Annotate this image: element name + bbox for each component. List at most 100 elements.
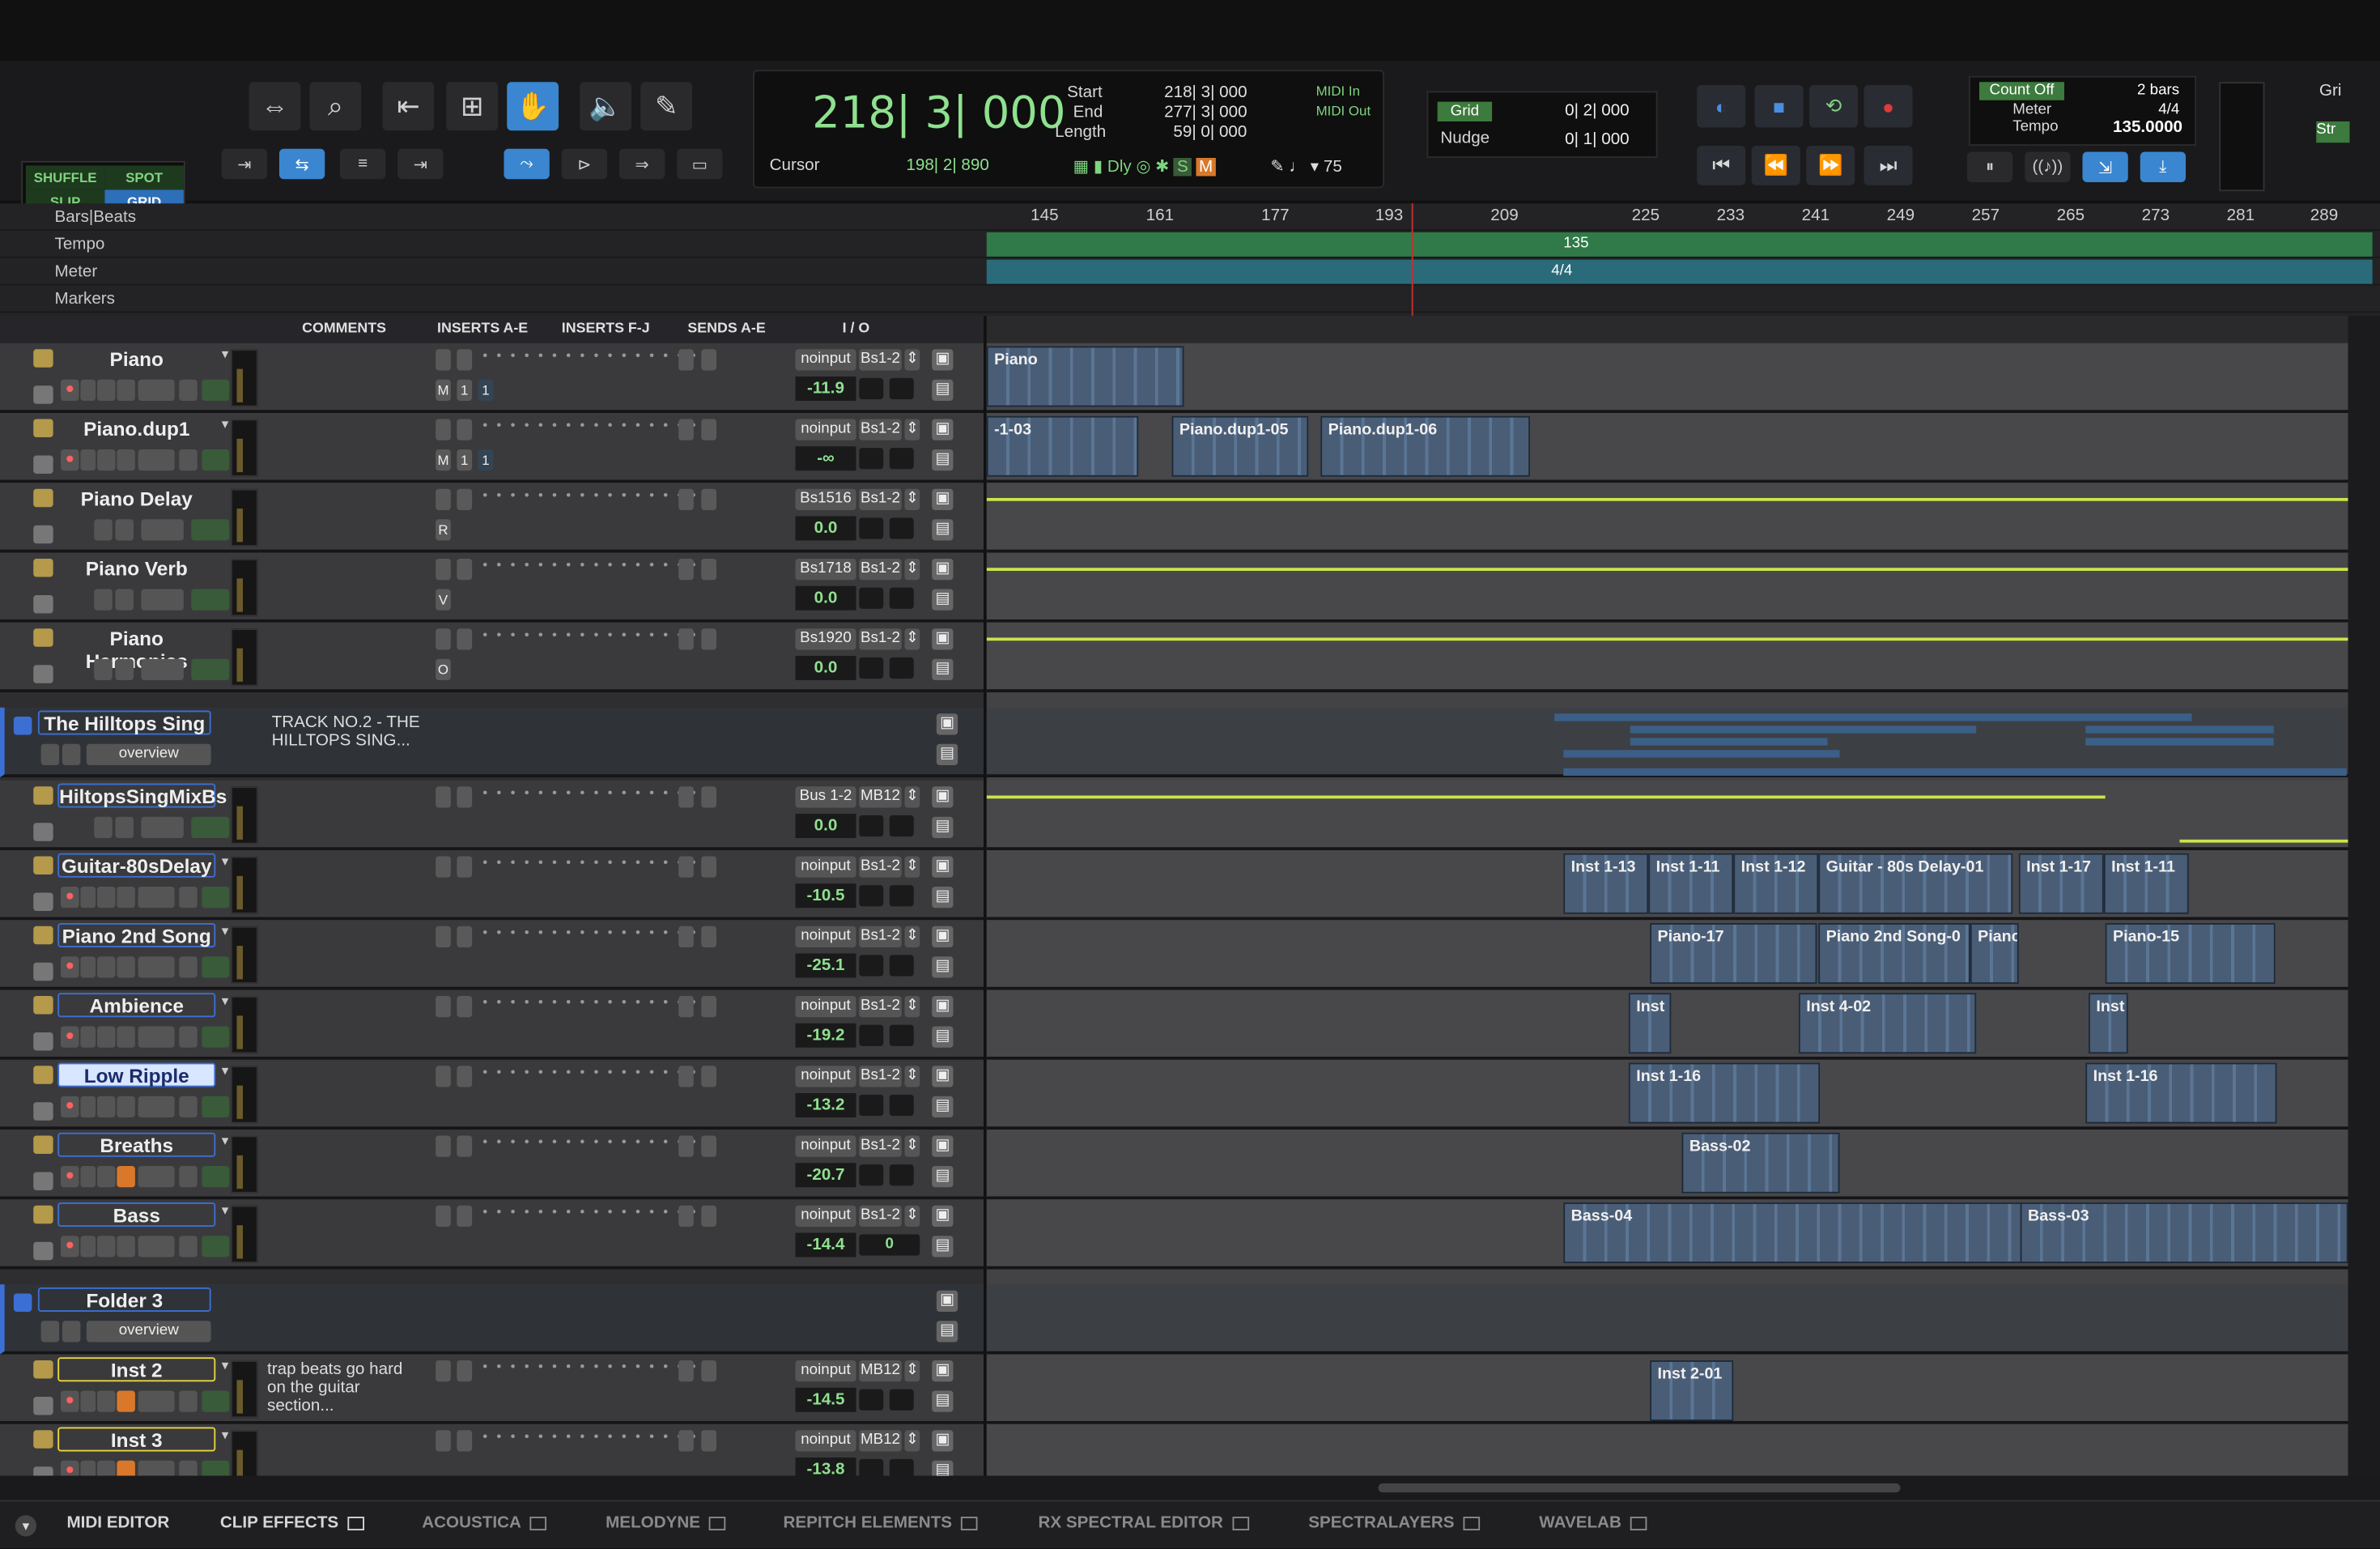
output-menu-icon[interactable]: ⇕	[904, 786, 920, 808]
playlist-window-icon[interactable]: ▤	[936, 743, 958, 765]
insert-slot[interactable]	[436, 786, 451, 808]
playlist-button[interactable]	[179, 1026, 198, 1048]
track-collapse-icon[interactable]	[33, 1360, 53, 1379]
automation-line[interactable]	[986, 498, 2348, 501]
solo-button[interactable]	[94, 816, 113, 838]
playlist-window-icon[interactable]: ▤	[932, 956, 954, 978]
track-comment[interactable]: trap beats go hard on the guitar section…	[267, 1360, 425, 1415]
pan-right[interactable]	[889, 955, 914, 977]
insert-slot-label[interactable]: M	[436, 449, 451, 471]
insert-slot[interactable]	[457, 996, 473, 1018]
send-slot[interactable]	[678, 1066, 694, 1087]
insert-slot[interactable]	[457, 786, 473, 808]
automation-mode[interactable]	[191, 658, 230, 680]
pan-left[interactable]	[859, 1164, 884, 1186]
track-lane[interactable]	[986, 552, 2348, 623]
pan-left[interactable]	[859, 955, 884, 977]
pan-right[interactable]	[889, 377, 914, 400]
track-name[interactable]: Piano Verb	[57, 555, 215, 580]
mute-button[interactable]	[117, 1460, 135, 1476]
track-name[interactable]: Ambience	[57, 993, 216, 1018]
playlist-button[interactable]	[179, 956, 198, 978]
timeline-area[interactable]: Piano -1-03 Piano.dup1-05 Piano.dup1-06 Inst…	[986, 343, 2348, 1476]
send-slot[interactable]	[678, 488, 694, 510]
spot-mode-button[interactable]: SPOT	[104, 165, 184, 190]
clip[interactable]: Piano-15	[2105, 923, 2276, 984]
automation-mode[interactable]	[191, 589, 230, 611]
tempo-marker[interactable]: 135	[1563, 236, 1588, 253]
solo-button[interactable]	[97, 1390, 116, 1412]
track-output-selector[interactable]: Bs1-2	[859, 628, 902, 650]
track-input-selector[interactable]: noinput	[795, 419, 856, 440]
output-window-icon[interactable]: ▣	[932, 1430, 954, 1452]
automation-line[interactable]	[986, 795, 2106, 799]
solo-button[interactable]	[97, 887, 116, 909]
insert-slot[interactable]	[436, 419, 451, 440]
track-pan[interactable]: 0	[859, 1234, 920, 1256]
clip[interactable]: Piano.dup1-05	[1171, 415, 1309, 477]
view-selector[interactable]	[138, 1096, 175, 1117]
track-lane[interactable]	[986, 780, 2348, 850]
track-collapse-icon[interactable]	[33, 1066, 53, 1084]
output-menu-icon[interactable]: ⇕	[904, 1066, 920, 1087]
pause-icon[interactable]: ⏸	[1967, 151, 2013, 182]
clip[interactable]: Bass-02	[1681, 1132, 1840, 1194]
track-name[interactable]: HiltopsSingMixBs	[57, 783, 227, 808]
output-window-icon[interactable]: ▣	[932, 856, 954, 878]
pan-right[interactable]	[889, 1458, 914, 1476]
zoom-toggle-icon[interactable]: ⇔	[249, 82, 301, 131]
insert-slot[interactable]	[436, 1205, 451, 1227]
mirror-midi-icon[interactable]: ⊳	[561, 148, 607, 180]
output-menu-icon[interactable]: ⇕	[904, 996, 920, 1018]
record-enable-button[interactable]: ●	[61, 956, 79, 978]
playlist-window-icon[interactable]: ▤	[932, 816, 954, 838]
link-timeline-icon[interactable]: ⇆	[279, 148, 325, 180]
send-slot[interactable]	[678, 786, 694, 808]
input-monitor-button[interactable]	[80, 449, 96, 471]
output-window-icon[interactable]: ▣	[932, 349, 954, 371]
output-window-icon[interactable]: ▣	[932, 488, 954, 510]
pan-left[interactable]	[859, 1024, 884, 1046]
track-collapse-icon[interactable]	[33, 419, 53, 437]
trim-tool-icon[interactable]: ⇤	[382, 82, 435, 131]
shuffle-mode-button[interactable]: SHUFFLE	[25, 165, 105, 190]
track-volume[interactable]: 0.0	[795, 656, 856, 680]
track-name[interactable]: Piano.dup1	[57, 416, 215, 440]
pan-left[interactable]	[859, 885, 884, 907]
mute-button[interactable]	[117, 449, 135, 471]
pan-right[interactable]	[889, 1389, 914, 1411]
send-slot[interactable]	[701, 349, 716, 371]
track-name-menu-icon[interactable]: ▾	[222, 923, 228, 940]
midi-merge-icon[interactable]: ((♪))	[2025, 151, 2071, 182]
pan-right[interactable]	[889, 587, 914, 609]
solo-button[interactable]	[97, 1096, 116, 1117]
grid-toggle[interactable]: Grid	[1437, 101, 1493, 121]
playlist-window-icon[interactable]: ▤	[932, 887, 954, 909]
insert-slot[interactable]	[436, 349, 451, 371]
meter-value[interactable]: 4/4	[2158, 102, 2179, 119]
mute-button[interactable]	[117, 1166, 135, 1188]
insertion-follows-icon[interactable]: ⇥	[221, 148, 267, 180]
send-slot[interactable]	[701, 1430, 716, 1452]
input-monitor-button[interactable]	[80, 379, 96, 401]
track-output-selector[interactable]: Bs1-2	[859, 1135, 902, 1157]
grabber-tool-icon[interactable]: ✋	[507, 82, 559, 131]
send-slot[interactable]	[701, 1205, 716, 1227]
track-lane[interactable]	[986, 1423, 2348, 1476]
insert-slot[interactable]	[436, 926, 451, 947]
mute-button[interactable]	[115, 519, 134, 541]
output-window-icon[interactable]: ▣	[932, 996, 954, 1018]
solo-button[interactable]	[97, 1166, 116, 1188]
view-selector[interactable]	[138, 887, 175, 909]
view-selector[interactable]	[138, 956, 175, 978]
playlist-button[interactable]	[179, 449, 198, 471]
view-selector[interactable]	[141, 658, 184, 680]
track-volume[interactable]: -10.5	[795, 883, 856, 909]
track-output-selector[interactable]: Bs1-2	[859, 1066, 902, 1087]
inserts-ae-column-header[interactable]: INSERTS A-E	[437, 321, 528, 338]
send-slot[interactable]	[678, 559, 694, 581]
input-monitor-button[interactable]	[80, 887, 96, 909]
fast-forward-icon[interactable]: ⏩	[1806, 146, 1855, 185]
playlist-button[interactable]	[179, 887, 198, 909]
mute-button[interactable]	[62, 1321, 81, 1343]
